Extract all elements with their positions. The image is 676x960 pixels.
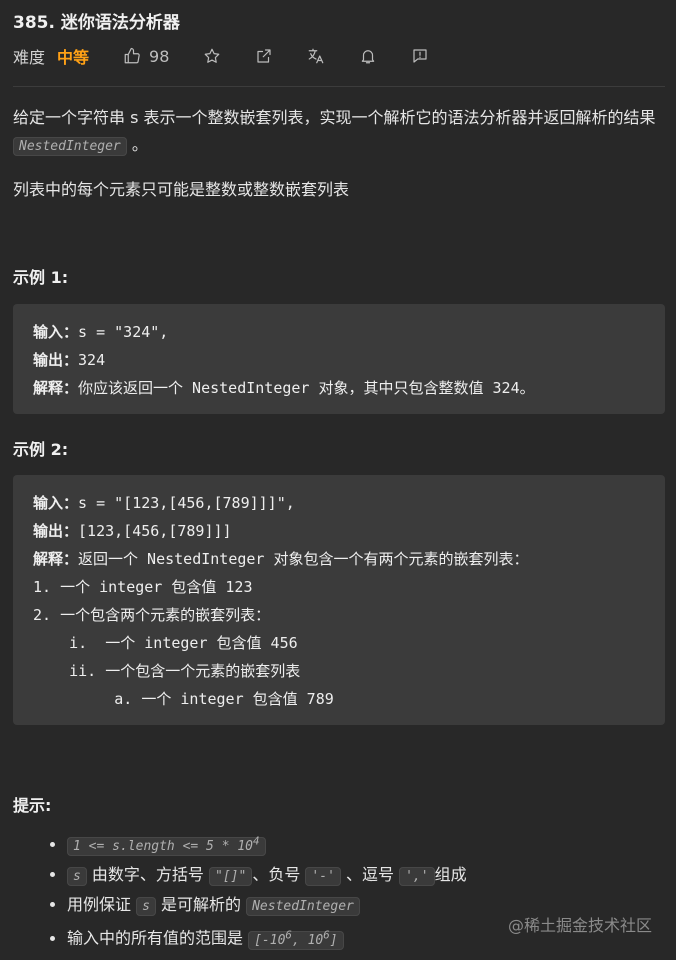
inline-code: '-' bbox=[305, 867, 341, 887]
description-paragraph-1: 给定一个字符串 s 表示一个整数嵌套列表，实现一个解析它的语法分析器并返回解析的… bbox=[13, 104, 665, 160]
notification-button[interactable] bbox=[359, 47, 377, 65]
divider bbox=[13, 86, 665, 87]
example-1-explanation: 解释：你应该返回一个 NestedInteger 对象，其中只包含整数值 324… bbox=[33, 379, 535, 397]
example-2-detail-line: a. 一个 integer 包含值 789 bbox=[33, 690, 334, 708]
tips-heading: 提示: bbox=[13, 796, 52, 815]
problem-title: 385. 迷你语法分析器 bbox=[13, 13, 180, 33]
example-2-output: 输出：[123,[456,[789]]] bbox=[33, 522, 232, 540]
example-2-code-block: 输入：s = "[123,[456,[789]]]", 输出：[123,[456,… bbox=[13, 475, 665, 725]
inline-code: "[]" bbox=[209, 867, 253, 887]
tip-item: s 由数字、方括号 "[]"、负号 '-' 、逗号 ','组成 bbox=[67, 861, 467, 891]
example-2-heading: 示例 2: bbox=[13, 440, 69, 459]
share-button[interactable] bbox=[255, 47, 273, 65]
tip-item: 1 <= s.length <= 5 * 104 bbox=[67, 828, 467, 861]
favorite-button[interactable] bbox=[203, 47, 221, 65]
example-1-input: 输入：s = "324", bbox=[33, 323, 169, 341]
like-count: 98 bbox=[149, 46, 170, 66]
watermark: @稀土掘金技术社区 bbox=[507, 916, 652, 935]
example-1-code-block: 输入：s = "324", 输出：324 解释：你应该返回一个 NestedInte… bbox=[13, 304, 665, 414]
inline-code: ',' bbox=[399, 867, 435, 887]
bell-icon bbox=[362, 50, 375, 64]
feedback-icon bbox=[413, 49, 427, 63]
difficulty-label: 难度 bbox=[13, 48, 46, 67]
share-icon bbox=[257, 49, 271, 63]
tip-item: 输入中的所有值的范围是 [-106, 106] bbox=[67, 921, 467, 954]
example-2-detail-line: 2. 一个包含两个元素的嵌套列表： bbox=[33, 606, 271, 624]
example-2-explanation: 解释：返回一个 NestedInteger 对象包含一个有两个元素的嵌套列表： bbox=[33, 550, 529, 568]
example-2-detail-line: i. 一个 integer 包含值 456 bbox=[33, 634, 298, 652]
inline-code: s bbox=[67, 867, 87, 887]
translate-button[interactable] bbox=[307, 47, 325, 65]
example-2-input: 输入：s = "[123,[456,[789]]]", bbox=[33, 494, 295, 512]
difficulty-badge: 中等 bbox=[57, 48, 90, 67]
inline-code: NestedInteger bbox=[246, 897, 360, 917]
inline-code: [-106, 106] bbox=[248, 928, 344, 950]
translate-icon bbox=[309, 48, 324, 64]
like-button[interactable]: 98 bbox=[123, 47, 169, 66]
inline-code: 1 <= s.length <= 5 * 104 bbox=[67, 835, 266, 857]
description-paragraph-2: 列表中的每个元素只可能是整数或整数嵌套列表 bbox=[13, 180, 350, 199]
thumbs-up-icon bbox=[124, 47, 140, 64]
inline-code: s bbox=[136, 897, 156, 917]
tip-item: 用例保证 s 是可解析的 NestedInteger bbox=[67, 891, 467, 921]
problem-meta-bar: 难度 中等 98 bbox=[13, 42, 429, 70]
example-1-output: 输出：324 bbox=[33, 351, 106, 369]
inline-code: NestedInteger bbox=[13, 137, 127, 156]
description-text: 给定一个字符串 s 表示一个整数嵌套列表，实现一个解析它的语法分析器并返回解析的… bbox=[13, 108, 656, 127]
description-text-end: 。 bbox=[126, 135, 148, 154]
example-2-detail-line: ii. 一个包含一个元素的嵌套列表 bbox=[33, 662, 301, 680]
tips-list: 1 <= s.length <= 5 * 104 s 由数字、方括号 "[]"、… bbox=[13, 828, 467, 955]
example-1-heading: 示例 1: bbox=[13, 268, 69, 287]
star-icon bbox=[205, 48, 220, 63]
example-2-detail-line: 1. 一个 integer 包含值 123 bbox=[33, 578, 253, 596]
feedback-button[interactable] bbox=[411, 47, 429, 65]
